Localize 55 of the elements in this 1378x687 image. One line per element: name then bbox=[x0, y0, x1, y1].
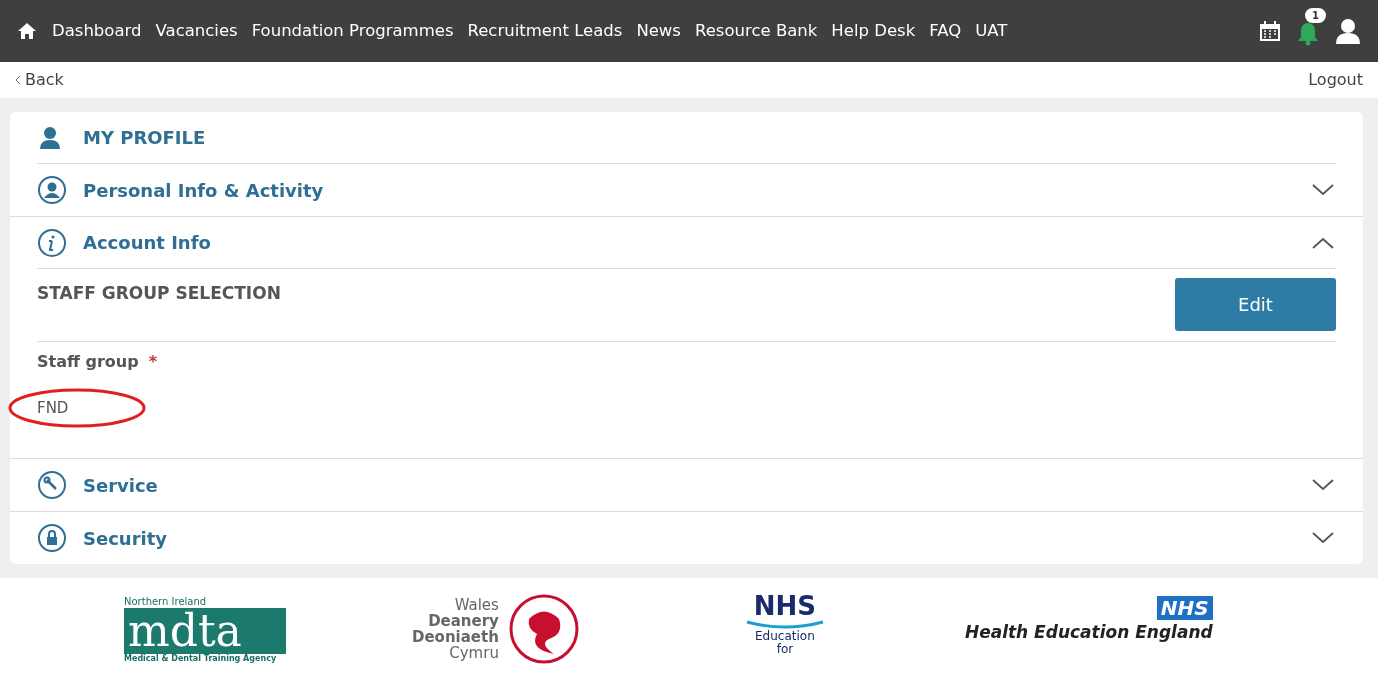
logo-text: Deanery bbox=[428, 613, 499, 629]
required-mark: * bbox=[148, 351, 158, 373]
nav-link[interactable]: Recruitment Leads bbox=[467, 18, 623, 44]
chevron-left-icon bbox=[15, 75, 21, 85]
nav-link[interactable]: Resource Bank bbox=[694, 18, 818, 44]
nav-link[interactable]: Dashboard bbox=[52, 18, 142, 44]
logout-link[interactable]: Logout bbox=[1308, 68, 1363, 92]
nav-link[interactable]: News bbox=[636, 18, 681, 44]
person-circle-icon bbox=[37, 175, 67, 205]
section-title[interactable]: Account Info bbox=[83, 229, 211, 256]
logo-mark: NHS bbox=[753, 592, 817, 620]
logo-text: Cymru bbox=[449, 645, 499, 661]
bell-icon[interactable] bbox=[1295, 20, 1321, 46]
logo-text: Deoniaeth bbox=[412, 629, 499, 645]
nav-link[interactable]: Help Desk bbox=[831, 18, 916, 44]
chevron-down-icon[interactable] bbox=[1312, 479, 1334, 491]
info-icon bbox=[37, 227, 67, 258]
calendar-icon[interactable] bbox=[1259, 20, 1281, 42]
field-value: FND bbox=[37, 397, 69, 419]
user-icon[interactable] bbox=[1335, 18, 1361, 44]
nhs-logo: NHS bbox=[1156, 596, 1213, 620]
logo-caption: Northern Ireland bbox=[124, 596, 208, 608]
chevron-down-icon[interactable] bbox=[1312, 184, 1334, 196]
section-header[interactable]: Account Info bbox=[37, 217, 1336, 269]
profile-title: MY PROFILE bbox=[83, 126, 206, 150]
back-label[interactable]: Back bbox=[25, 68, 64, 92]
dragon-emblem-icon bbox=[508, 594, 579, 664]
section-title[interactable]: Service bbox=[83, 471, 158, 499]
nav-link[interactable]: UAT bbox=[975, 18, 1008, 44]
nav-link[interactable]: Vacancies bbox=[155, 18, 238, 44]
wave-icon bbox=[744, 620, 825, 630]
home-icon[interactable] bbox=[17, 22, 37, 40]
chevron-up-icon[interactable] bbox=[1312, 236, 1334, 249]
logo-text: Education bbox=[755, 630, 815, 643]
notification-badge: 1 bbox=[1305, 8, 1326, 23]
nav-link[interactable]: FAQ bbox=[929, 18, 962, 44]
person-icon bbox=[37, 124, 63, 151]
section-title[interactable]: Personal Info & Activity bbox=[83, 176, 324, 204]
logo-mark: mdta bbox=[124, 608, 286, 654]
logo-caption: Medical & Dental Training Agency bbox=[124, 654, 278, 664]
lock-icon bbox=[37, 523, 67, 553]
section-header[interactable]: Service bbox=[37, 459, 1336, 511]
chevron-down-icon[interactable] bbox=[1312, 532, 1334, 544]
wrench-icon bbox=[37, 470, 67, 500]
section-heading: STAFF GROUP SELECTION bbox=[37, 282, 281, 305]
section-header[interactable]: Security bbox=[37, 512, 1336, 564]
back-link[interactable]: Back bbox=[15, 68, 64, 92]
field-label: Staff group bbox=[37, 351, 139, 373]
logo-text: for bbox=[776, 643, 794, 656]
logo-text: Wales bbox=[454, 597, 499, 613]
section-title[interactable]: Security bbox=[83, 524, 168, 552]
edit-button[interactable]: Edit bbox=[1175, 278, 1336, 331]
logo-text: Health Education England bbox=[964, 621, 1213, 644]
nav-link[interactable]: Foundation Programmes bbox=[251, 18, 454, 44]
section-header[interactable]: Personal Info & Activity bbox=[37, 164, 1336, 216]
